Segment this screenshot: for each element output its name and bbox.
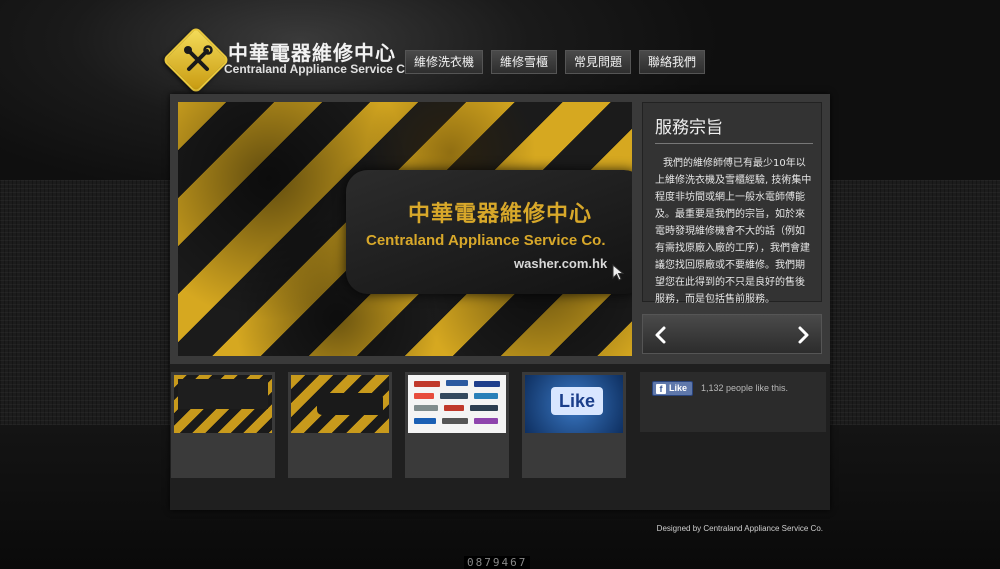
card-graphic: [178, 379, 268, 409]
brand-logo-graphic: [444, 405, 464, 411]
nav-contact[interactable]: 聯絡我們: [639, 50, 706, 74]
mission-divider: [655, 143, 813, 144]
thumbnail-image: [291, 375, 389, 433]
tools-icon: [184, 45, 213, 71]
hero-url: washer.com.hk: [514, 256, 608, 271]
brand-logo-graphic: [414, 405, 438, 411]
footer-credit: Designed by Centraland Appliance Service…: [656, 524, 823, 533]
thumbnail-banner[interactable]: [288, 372, 392, 478]
brand-logo-graphic: [474, 381, 500, 387]
brand-logo-graphic: [474, 418, 498, 424]
thumbnail-facebook-like[interactable]: Like: [522, 372, 626, 478]
brand-logo-graphic: [414, 418, 436, 424]
mission-title: 服務宗旨: [655, 118, 723, 138]
nav-washer-repair[interactable]: 維修洗衣機: [405, 50, 484, 74]
facebook-like-label: Like: [669, 383, 688, 393]
thumbnail-brands[interactable]: [405, 372, 509, 478]
hero-title-en: Centraland Appliance Service Co.: [366, 232, 606, 249]
nav-faq[interactable]: 常見問題: [565, 50, 632, 74]
brand-logo-graphic: [414, 381, 440, 387]
slider-controls: [642, 314, 822, 354]
thumbnail-image: [408, 375, 506, 433]
hero-banner-image[interactable]: 中華電器維修中心 Centraland Appliance Service Co…: [178, 102, 632, 356]
facebook-like-button[interactable]: f Like: [652, 381, 694, 396]
banner-plate-graphic: [317, 393, 383, 415]
chevron-right-icon[interactable]: [793, 325, 813, 345]
brand-logo-graphic: [440, 393, 468, 399]
thumbnail-image: [174, 375, 272, 433]
visitor-counter: 0879467: [464, 556, 531, 569]
chevron-left-icon[interactable]: [651, 325, 671, 345]
main-nav: 維修洗衣機 維修雪櫃 常見問題 聯絡我們: [405, 50, 706, 74]
hero-title-cn: 中華電器維修中心: [408, 202, 593, 227]
brand-logo-graphic: [474, 393, 498, 399]
brand-logo-graphic: [414, 393, 434, 399]
brand-logo-graphic: [470, 405, 498, 411]
brand-name-en[interactable]: Centraland Appliance Service Co.: [224, 62, 416, 76]
mission-body: 我們的維修師傅已有最少10年以上維修洗衣機及雪櫃經驗, 技術集中程度非坊間或網上…: [655, 158, 812, 305]
facebook-like-count: 1,132 people like this.: [701, 383, 789, 393]
facebook-like-box: f Like 1,132 people like this.: [640, 372, 826, 432]
facebook-icon: f: [656, 383, 666, 394]
thumbnail-image: Like: [525, 375, 623, 433]
like-graphic: Like: [551, 387, 603, 415]
mission-panel: 服務宗旨 我們的維修師傅已有最少10年以上維修洗衣機及雪櫃經驗, 技術集中程度非…: [642, 102, 822, 305]
thumbnail-business-card[interactable]: [171, 372, 275, 478]
brand-logo-graphic: [446, 380, 468, 386]
cursor-icon: [612, 264, 625, 281]
nav-fridge-repair[interactable]: 維修雪櫃: [491, 50, 558, 74]
brand-logo-graphic: [442, 418, 468, 424]
